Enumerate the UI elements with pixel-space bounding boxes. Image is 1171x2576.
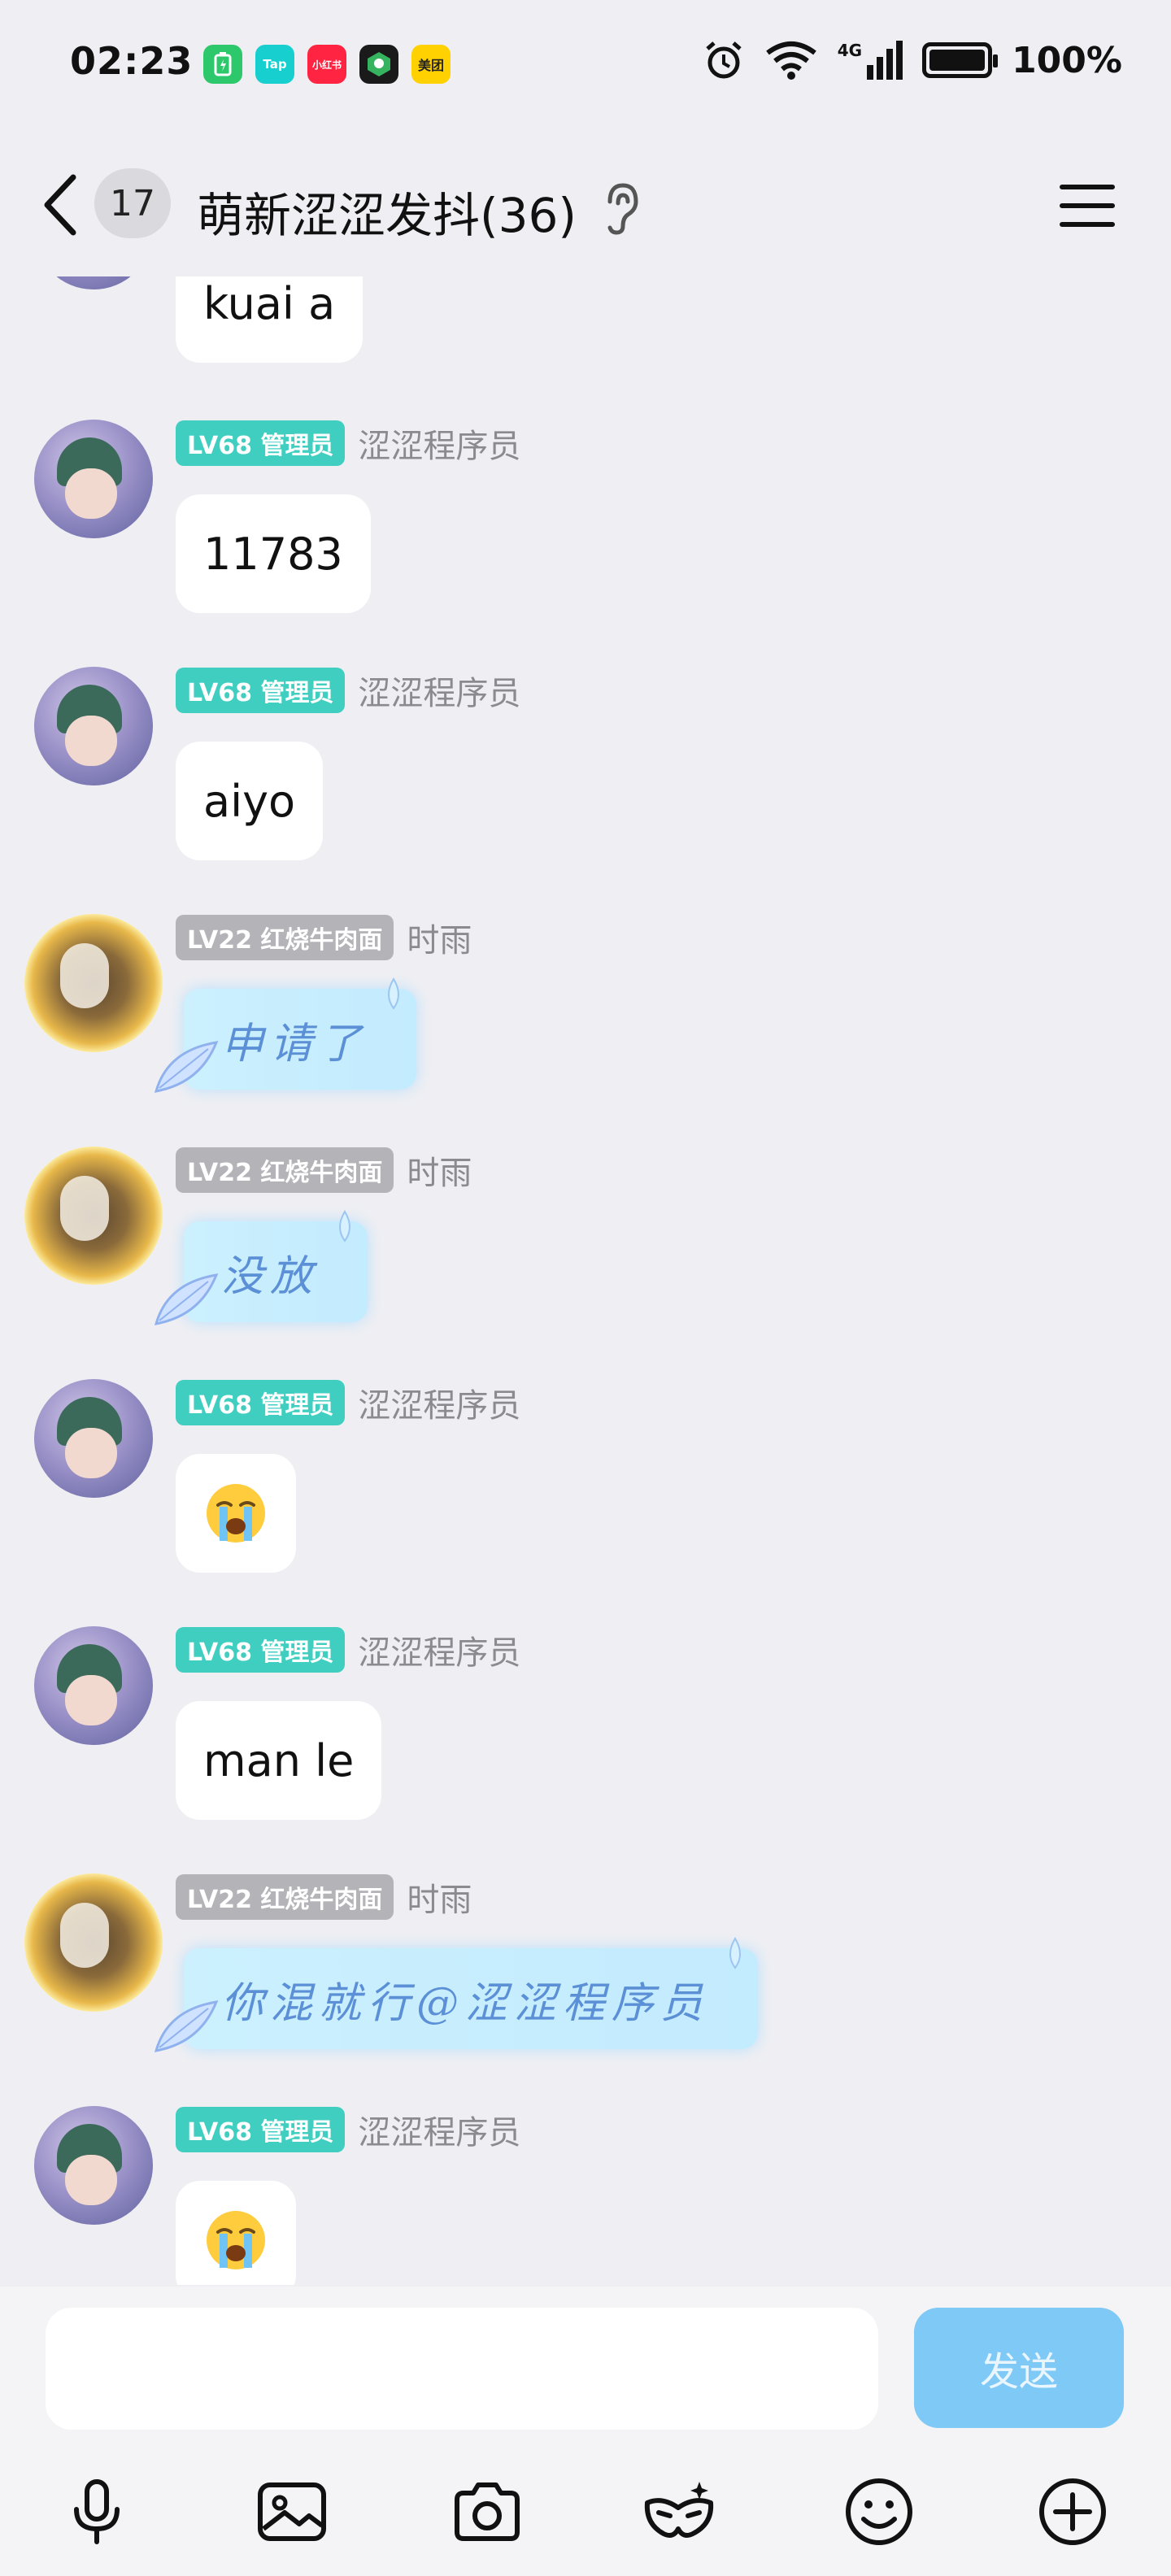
sender-name[interactable]: 涩涩程序员 — [358, 667, 520, 714]
sender-meta: LV22 红烧牛肉面 时雨 — [176, 1147, 472, 1194]
sender-meta: LV22 红烧牛肉面 时雨 — [176, 914, 472, 961]
message-bubble[interactable] — [176, 2181, 296, 2285]
sender-name[interactable]: 涩涩程序员 — [358, 2106, 520, 2153]
message-bubble[interactable] — [176, 1454, 296, 1573]
battery-percent: 100% — [1012, 39, 1122, 81]
message-input[interactable] — [46, 2308, 878, 2430]
message-bubble[interactable]: kuai a — [176, 276, 363, 363]
level-badge: LV68 管理员 — [176, 1627, 346, 1673]
avatar[interactable] — [34, 276, 153, 289]
feather-icon — [154, 2000, 219, 2052]
droplet-icon — [729, 1937, 742, 1969]
battery-icon — [922, 42, 999, 78]
sender-meta: LV68 管理员 涩涩程序员 — [176, 2106, 520, 2153]
feather-icon — [154, 1273, 219, 1325]
send-button[interactable]: 发送 — [914, 2308, 1124, 2428]
emoji-icon[interactable] — [842, 2475, 916, 2548]
avatar[interactable] — [34, 420, 153, 538]
level-badge: LV22 红烧牛肉面 — [176, 1874, 394, 1920]
feather-icon — [154, 1041, 219, 1093]
sender-meta: LV68 管理员 涩涩程序员 — [176, 667, 520, 714]
alarm-icon — [706, 41, 742, 79]
avatar[interactable] — [24, 1147, 163, 1285]
level-badge: LV68 管理员 — [176, 2107, 346, 2152]
image-icon[interactable] — [255, 2475, 329, 2548]
decorated-message-bubble[interactable]: 没放 — [151, 1207, 368, 1337]
sender-meta: LV22 红烧牛肉面 时雨 — [176, 1873, 472, 1921]
avatar[interactable] — [34, 2106, 153, 2225]
sender-name[interactable]: 涩涩程序员 — [358, 420, 520, 467]
message-bubble[interactable]: man le — [176, 1701, 382, 1820]
sender-name[interactable]: 时雨 — [407, 1873, 472, 1921]
avatar[interactable] — [24, 1873, 163, 2012]
battery-app-icon — [203, 45, 242, 84]
decorated-message-bubble[interactable]: 申请了 — [151, 974, 417, 1104]
loudly-crying-face-icon — [207, 2211, 265, 2269]
level-badge: LV22 红烧牛肉面 — [176, 1147, 394, 1193]
level-badge: LV68 管理员 — [176, 668, 346, 713]
map-app-icon — [359, 45, 398, 84]
status-indicators: 4G 100% — [703, 39, 1122, 81]
sender-name[interactable]: 时雨 — [407, 1147, 472, 1194]
menu-icon[interactable] — [1059, 177, 1116, 234]
decorated-message-bubble[interactable]: 你混就行@涩涩程序员 — [151, 1934, 759, 2064]
plus-icon[interactable] — [1036, 2475, 1109, 2548]
taptap-app-icon: Tap — [255, 45, 294, 84]
sender-meta: LV68 管理员 涩涩程序员 — [176, 1626, 520, 1673]
sender-meta: LV68 管理员 涩涩程序员 — [176, 420, 520, 467]
ear-icon[interactable] — [600, 181, 641, 237]
group-title[interactable]: 萌新涩涩发抖(36) — [197, 177, 577, 246]
message-bubble[interactable]: aiyo — [176, 742, 324, 860]
avatar[interactable] — [34, 667, 153, 785]
cellular-signal-icon: 4G — [838, 41, 903, 80]
status-app-icons: Tap 小红书 美团 — [203, 45, 451, 84]
wifi-icon — [765, 41, 816, 80]
chat-header: 17 萌新涩涩发抖(36) — [0, 130, 1171, 276]
sender-name[interactable]: 涩涩程序员 — [358, 1379, 520, 1426]
camera-icon[interactable] — [451, 2475, 524, 2548]
avatar[interactable] — [24, 914, 163, 1052]
back-arrow-icon[interactable] — [37, 172, 86, 237]
sender-name[interactable]: 时雨 — [407, 914, 472, 961]
status-time: 02:23 — [70, 39, 194, 83]
avatar[interactable] — [34, 1626, 153, 1745]
droplet-icon — [339, 1210, 351, 1242]
chat-message-list[interactable]: kuai a LV68 管理员 涩涩程序员 11783 LV68 管理员 涩涩程… — [0, 276, 1171, 2285]
level-badge: LV22 红烧牛肉面 — [176, 915, 394, 960]
unread-count-badge[interactable]: 17 — [94, 168, 171, 238]
input-toolbar — [0, 2464, 1171, 2553]
avatar[interactable] — [34, 1379, 153, 1498]
sender-meta: LV68 管理员 涩涩程序员 — [176, 1379, 520, 1426]
level-badge: LV68 管理员 — [176, 1380, 346, 1425]
xiaohongshu-app-icon: 小红书 — [307, 45, 346, 84]
level-badge: LV68 管理员 — [176, 420, 346, 466]
input-area: 发送 — [0, 2287, 1171, 2576]
message-bubble[interactable]: 11783 — [176, 494, 371, 613]
sender-name[interactable]: 涩涩程序员 — [358, 1626, 520, 1673]
droplet-icon — [388, 977, 400, 1010]
meituan-app-icon: 美团 — [411, 45, 451, 84]
mask-icon[interactable] — [642, 2475, 716, 2548]
microphone-icon[interactable] — [60, 2475, 133, 2548]
status-bar: 02:23 Tap 小红书 美团 4G 100% — [0, 0, 1171, 130]
loudly-crying-face-icon — [207, 1484, 265, 1543]
